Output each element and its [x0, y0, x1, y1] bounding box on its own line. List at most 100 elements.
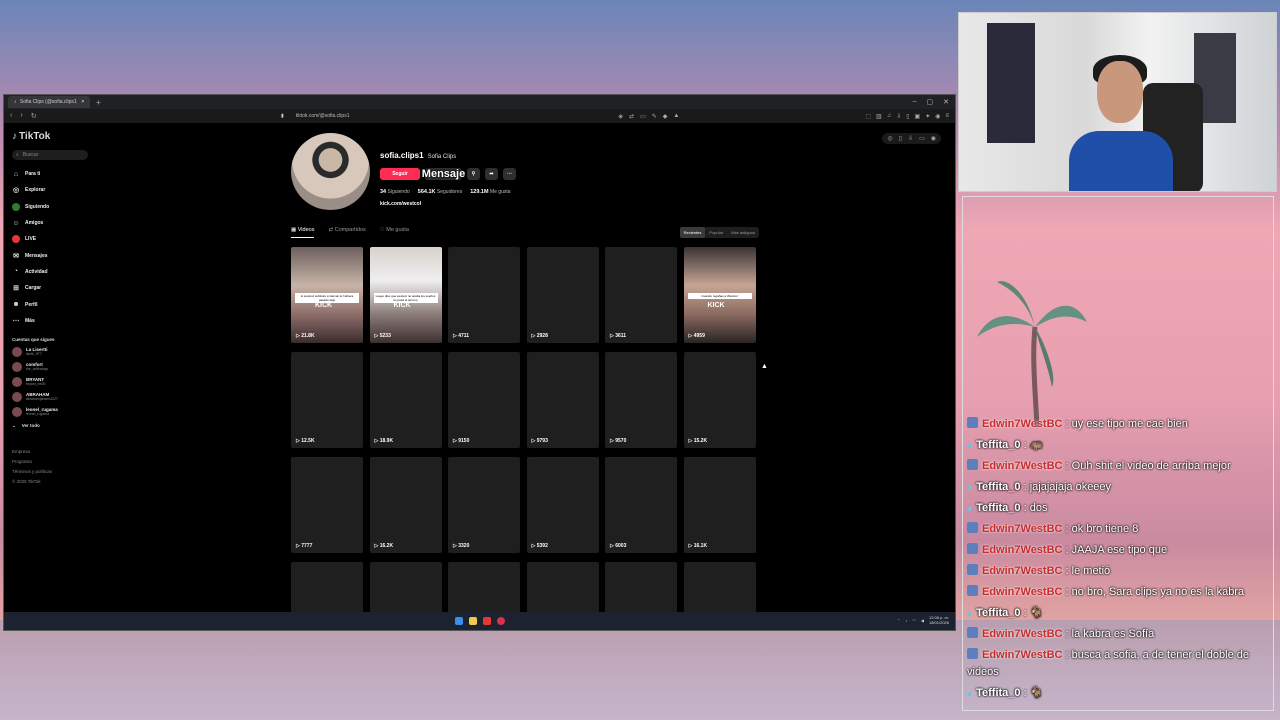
device-icon[interactable]: ▯: [899, 135, 902, 142]
new-tab-button[interactable]: +: [96, 98, 101, 107]
chat-username[interactable]: Teffita_0: [976, 607, 1020, 619]
download-icon[interactable]: ⇩: [896, 113, 901, 120]
screenshot-icon[interactable]: ▣: [915, 113, 921, 120]
chat-username[interactable]: Teffita_0: [976, 481, 1020, 493]
opera-icon[interactable]: [496, 617, 505, 625]
chat-username[interactable]: Edwin7WestBC: [982, 418, 1062, 430]
video-thumbnail[interactable]: ▷ 12.5K: [291, 352, 363, 448]
shield-icon[interactable]: ◆: [663, 113, 668, 120]
tab-reposts[interactable]: ⇄ Compartidos: [328, 227, 365, 238]
close-window-button[interactable]: ✕: [943, 98, 949, 106]
menu-icon[interactable]: ≡: [945, 113, 949, 120]
music-icon[interactable]: ♫: [887, 113, 892, 120]
avatar-icon[interactable]: ◉: [931, 135, 936, 142]
chat-username[interactable]: Edwin7WestBC: [982, 544, 1062, 556]
sidebar-icon[interactable]: ▥: [876, 113, 882, 120]
download-icon[interactable]: ⇩: [908, 135, 913, 142]
cast-icon[interactable]: ▭: [640, 113, 646, 120]
following-account[interactable]: ABRAHAM abrahamjansen4227: [12, 391, 92, 402]
video-thumbnail[interactable]: ▷ 16.2K: [369, 457, 442, 553]
browser-app-icon[interactable]: [482, 617, 491, 625]
profile-avatar[interactable]: [291, 133, 370, 210]
sidebar-item-siguiendo[interactable]: Siguiendo: [12, 199, 92, 215]
chat-username[interactable]: Teffita_0: [976, 439, 1020, 451]
video-thumbnail[interactable]: ▷ 9793: [526, 352, 599, 448]
footer-link-terminos[interactable]: Términos y políticas: [12, 467, 92, 477]
following-stat[interactable]: 34 Siguiendo: [380, 189, 410, 195]
message-button[interactable]: Mensaje: [422, 168, 465, 180]
sidebar-item-actividad[interactable]: ◔ Actividad: [12, 264, 92, 280]
chat-username[interactable]: Edwin7WestBC: [982, 523, 1062, 535]
sidebar-item-live[interactable]: LIVE: [12, 231, 92, 247]
sort-oldest[interactable]: Más antiguos: [727, 227, 759, 238]
url-field[interactable]: tiktok.com/@sofia.clips1: [290, 113, 350, 119]
footer-link-programa[interactable]: Programa: [12, 457, 92, 467]
sidebar-item-amigos[interactable]: ☺ Amigos: [12, 215, 92, 231]
following-account[interactable]: leonel_rugama leonel_rugama: [12, 406, 92, 417]
wifi-icon[interactable]: ◠: [912, 618, 916, 623]
sidebar-item-perfil[interactable]: ☻ Perfil: [12, 296, 92, 312]
extension-icon[interactable]: ◈: [618, 113, 623, 120]
footer-link-empresa[interactable]: Empresa: [12, 447, 92, 457]
volume-icon[interactable]: ◀: [921, 618, 924, 623]
share-button[interactable]: ➦: [485, 168, 498, 180]
mic-icon[interactable]: ♪: [905, 618, 907, 623]
chat-username[interactable]: Teffita_0: [976, 502, 1020, 514]
chat-username[interactable]: Edwin7WestBC: [982, 649, 1062, 661]
video-thumbnail[interactable]: ▷ 6003: [605, 457, 677, 553]
puzzle-icon[interactable]: ✦: [925, 113, 930, 120]
back-icon[interactable]: ‹: [10, 112, 12, 120]
chat-username[interactable]: Teffita_0: [976, 687, 1020, 699]
tab-liked[interactable]: ♡ Me gusta: [380, 227, 409, 238]
video-thumbnail[interactable]: ▷ 7777: [291, 457, 363, 553]
edit-icon[interactable]: ✎: [652, 113, 657, 120]
tab-videos[interactable]: ▦ Videos: [291, 227, 315, 238]
video-thumbnail[interactable]: ▷ 9570: [605, 352, 677, 448]
video-thumbnail[interactable]: ▷ 16.1K: [683, 457, 756, 553]
translate-icon[interactable]: ⇄: [629, 113, 634, 120]
clock[interactable]: 12:08 p. m. 18/01/2026: [929, 615, 949, 625]
chat-username[interactable]: Edwin7WestBC: [982, 628, 1062, 640]
following-account[interactable]: BRYANT bryant_be26: [12, 376, 92, 387]
sort-popular[interactable]: Popular: [705, 227, 727, 238]
video-thumbnail[interactable]: ▷ 5392: [526, 457, 599, 553]
video-thumbnail[interactable]: ▷ 3320: [448, 457, 520, 553]
follow-button[interactable]: Seguir: [380, 168, 420, 180]
video-thumbnail[interactable]: ▷ 4711: [448, 247, 520, 343]
sidebar-item-mensajes[interactable]: ✉ Mensajes: [12, 247, 92, 263]
browser-tab[interactable]: ♪ Sofia Clips (@sofia.clips1) | TikT... …: [8, 96, 90, 108]
extensions-icon[interactable]: ⬚: [865, 113, 871, 120]
video-thumbnail[interactable]: ▷ 18.9K: [369, 352, 442, 448]
chat-username[interactable]: Edwin7WestBC: [982, 460, 1062, 472]
search-input[interactable]: ⌕ Buscar: [12, 150, 88, 160]
forward-icon[interactable]: ›: [20, 112, 22, 120]
alert-icon[interactable]: ▲: [673, 113, 679, 120]
inbox-icon[interactable]: ▭: [919, 135, 925, 142]
sidebar-item-para-ti[interactable]: ⌂ Para ti: [12, 166, 92, 182]
sort-recent[interactable]: Recientes: [679, 226, 706, 238]
file-explorer-icon[interactable]: [468, 617, 477, 625]
video-thumbnail[interactable]: ▷ 2928: [526, 247, 599, 343]
chat-username[interactable]: Edwin7WestBC: [982, 565, 1062, 577]
video-thumbnail[interactable]: ▷ 3611: [605, 247, 677, 343]
chat-username[interactable]: Edwin7WestBC: [982, 586, 1062, 598]
close-tab-icon[interactable]: ✕: [81, 99, 84, 105]
maximize-button[interactable]: ▢: [927, 98, 934, 106]
followers-stat[interactable]: 564.1K Seguidores: [418, 189, 462, 195]
following-account[interactable]: comfort the_willinstagr: [12, 361, 92, 372]
reload-icon[interactable]: ↻: [31, 112, 37, 120]
video-thumbnail[interactable]: Luego dice que westcol no acaba los sueñ…: [369, 247, 442, 343]
more-options-button[interactable]: ⋯: [503, 168, 516, 180]
add-friend-button[interactable]: ⚲: [467, 168, 480, 180]
video-thumbnail[interactable]: Cuando regañas a Westcol KICK ▷ 4959: [683, 247, 756, 343]
split-icon[interactable]: ▯: [906, 113, 909, 120]
profile-icon[interactable]: ◉: [935, 113, 940, 120]
sidebar-item-explorar[interactable]: ◎ Explorar: [12, 182, 92, 198]
tiktok-logo[interactable]: ♪ TikTok: [12, 131, 92, 142]
video-thumbnail[interactable]: ▷ 9150: [448, 352, 520, 448]
sidebar-item-cargar[interactable]: ⊞ Cargar: [12, 280, 92, 296]
bookmark-icon[interactable]: ▮: [281, 113, 284, 119]
video-thumbnail[interactable]: ▷ 15.2K: [683, 352, 756, 448]
bio-link[interactable]: kick.com/westcol: [380, 201, 680, 207]
see-all-link[interactable]: ⌄ Ver todo: [12, 423, 92, 429]
